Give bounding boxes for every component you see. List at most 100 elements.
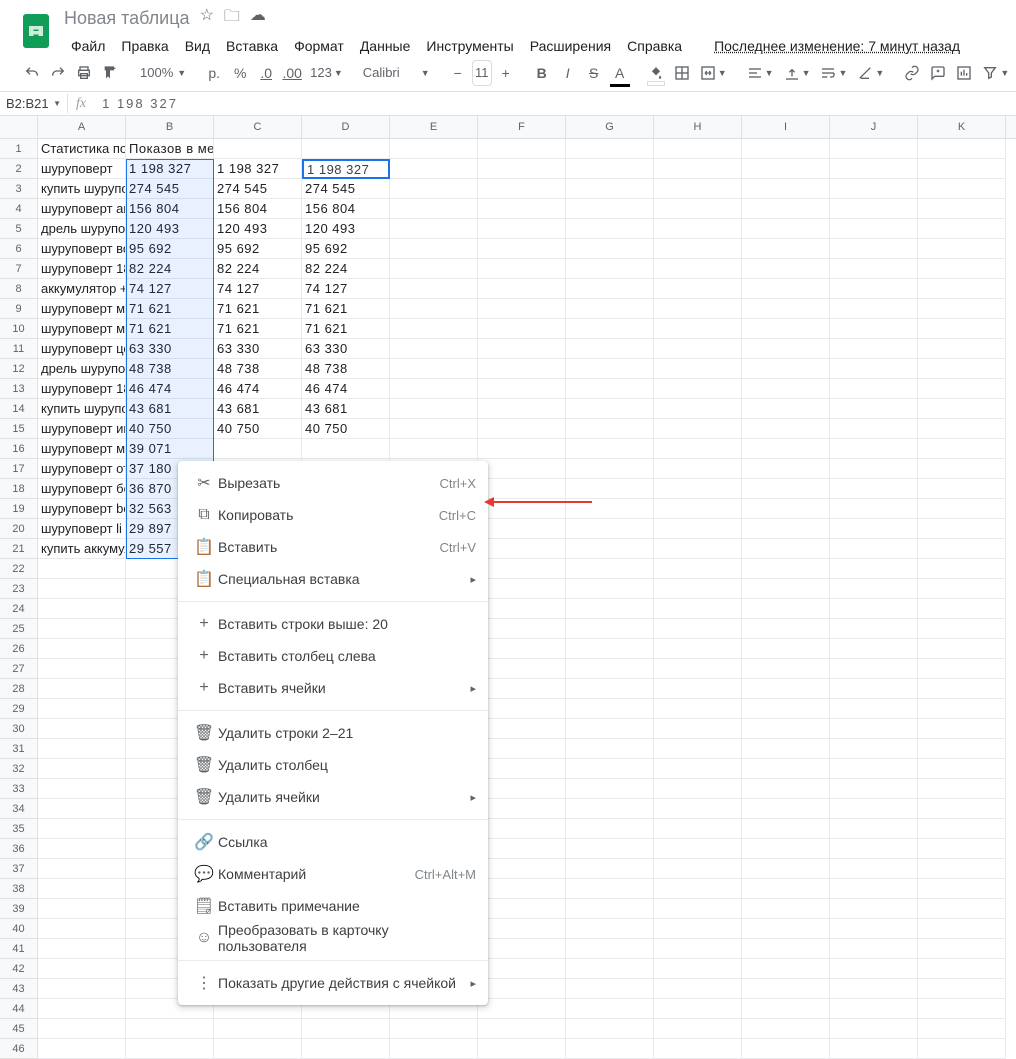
cell[interactable] <box>742 979 830 999</box>
currency-button[interactable]: р. <box>202 60 226 86</box>
cell[interactable] <box>830 699 918 719</box>
cell[interactable] <box>830 919 918 939</box>
cell[interactable] <box>742 1039 830 1059</box>
cell[interactable] <box>390 1019 478 1039</box>
font-size-inc[interactable]: + <box>494 60 518 86</box>
cell[interactable] <box>654 979 742 999</box>
cell[interactable] <box>918 959 1006 979</box>
cell[interactable] <box>654 239 742 259</box>
cell[interactable] <box>38 799 126 819</box>
menu-insert[interactable]: Вставка <box>219 34 285 58</box>
cell[interactable] <box>478 179 566 199</box>
cell[interactable] <box>566 299 654 319</box>
cell[interactable] <box>918 499 1006 519</box>
cell[interactable]: шуруповерт мет <box>38 439 126 459</box>
cell[interactable]: 82 224 <box>302 259 390 279</box>
cell[interactable] <box>478 759 566 779</box>
cell[interactable] <box>390 179 478 199</box>
strike-button[interactable]: S <box>582 60 606 86</box>
col-header-H[interactable]: H <box>654 116 742 138</box>
row-header[interactable]: 46 <box>0 1039 38 1059</box>
ctx-paste-special[interactable]: 📋 Специальная вставка ▸ <box>178 563 488 595</box>
cell[interactable] <box>390 219 478 239</box>
row-header[interactable]: 6 <box>0 239 38 259</box>
font-size-input[interactable]: 11 <box>472 60 492 86</box>
ctx-insert-cells[interactable]: + Вставить ячейки ▸ <box>178 672 488 704</box>
cell[interactable] <box>478 159 566 179</box>
zoom-select[interactable]: 100%▼ <box>134 59 190 86</box>
col-header-G[interactable]: G <box>566 116 654 138</box>
move-icon[interactable]: 🗀 <box>224 5 240 32</box>
menu-file[interactable]: Файл <box>64 34 112 58</box>
cell[interactable] <box>38 1039 126 1059</box>
cell[interactable] <box>214 1039 302 1059</box>
cell[interactable] <box>390 199 478 219</box>
row-header[interactable]: 24 <box>0 599 38 619</box>
cell[interactable] <box>918 199 1006 219</box>
cell[interactable] <box>478 279 566 299</box>
cell[interactable] <box>302 1039 390 1059</box>
cell[interactable] <box>918 899 1006 919</box>
cell[interactable] <box>918 159 1006 179</box>
cell[interactable] <box>918 919 1006 939</box>
row-header[interactable]: 20 <box>0 519 38 539</box>
cell[interactable] <box>38 839 126 859</box>
cell[interactable] <box>742 239 830 259</box>
cell[interactable] <box>566 939 654 959</box>
cell[interactable] <box>654 459 742 479</box>
cell[interactable]: 43 681 <box>126 399 214 419</box>
cell[interactable] <box>742 619 830 639</box>
cell[interactable] <box>654 339 742 359</box>
row-header[interactable]: 9 <box>0 299 38 319</box>
cell[interactable] <box>654 439 742 459</box>
cell[interactable]: 71 621 <box>302 299 390 319</box>
ctx-cut[interactable]: ✂ Вырезать Ctrl+X <box>178 467 488 499</box>
cell[interactable] <box>830 1039 918 1059</box>
cell[interactable] <box>478 399 566 419</box>
cell[interactable] <box>38 959 126 979</box>
cell[interactable] <box>478 1039 566 1059</box>
cell[interactable] <box>478 1019 566 1039</box>
cell[interactable] <box>390 439 478 459</box>
cell[interactable] <box>38 559 126 579</box>
row-header[interactable]: 12 <box>0 359 38 379</box>
cell[interactable] <box>830 199 918 219</box>
cell[interactable] <box>566 199 654 219</box>
cell[interactable] <box>302 439 390 459</box>
cell[interactable] <box>742 159 830 179</box>
cell[interactable]: 63 330 <box>302 339 390 359</box>
cell[interactable] <box>742 479 830 499</box>
cell[interactable] <box>830 559 918 579</box>
cell[interactable] <box>566 559 654 579</box>
cell[interactable] <box>742 859 830 879</box>
cell[interactable] <box>478 999 566 1019</box>
cell[interactable] <box>830 839 918 859</box>
cell[interactable] <box>742 599 830 619</box>
row-header[interactable]: 14 <box>0 399 38 419</box>
cell[interactable] <box>214 1019 302 1039</box>
cell[interactable] <box>654 619 742 639</box>
cell[interactable] <box>38 879 126 899</box>
cell[interactable] <box>830 619 918 639</box>
cell[interactable] <box>918 1039 1006 1059</box>
cell[interactable] <box>918 799 1006 819</box>
cell[interactable] <box>918 379 1006 399</box>
cell[interactable] <box>478 879 566 899</box>
chart-button[interactable] <box>952 60 976 86</box>
cell[interactable] <box>654 259 742 279</box>
cell[interactable] <box>566 339 654 359</box>
cell[interactable] <box>918 319 1006 339</box>
cell[interactable] <box>830 899 918 919</box>
wrap-button[interactable]: ▼ <box>816 61 851 85</box>
cell[interactable] <box>214 139 302 159</box>
cell[interactable] <box>742 539 830 559</box>
cell[interactable] <box>654 839 742 859</box>
cell[interactable] <box>566 499 654 519</box>
row-header[interactable]: 1 <box>0 139 38 159</box>
ctx-copy[interactable]: ⧉ Копировать Ctrl+C <box>178 499 488 531</box>
cell[interactable] <box>918 879 1006 899</box>
cell[interactable]: 39 071 <box>126 439 214 459</box>
cell[interactable] <box>478 239 566 259</box>
cell[interactable] <box>918 339 1006 359</box>
cell[interactable] <box>918 359 1006 379</box>
